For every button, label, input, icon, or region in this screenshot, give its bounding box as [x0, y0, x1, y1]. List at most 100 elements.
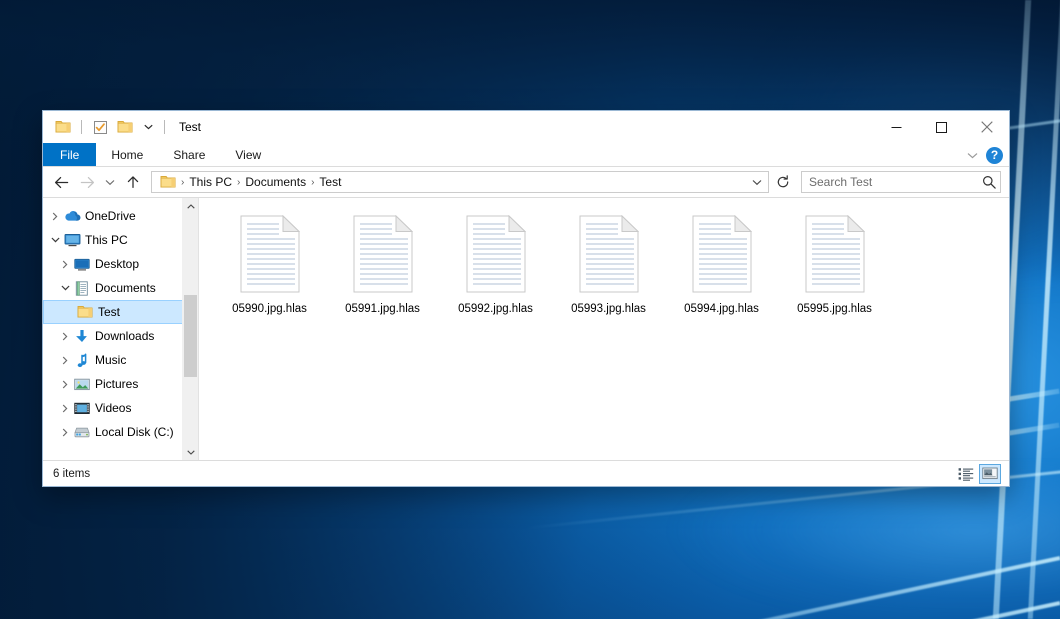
item-count: 6 items [53, 468, 90, 480]
file-list-view[interactable]: 05990.jpg.hlas [198, 198, 1009, 460]
file-name: 05992.jpg.hlas [458, 303, 533, 315]
tab-view[interactable]: View [220, 143, 276, 166]
maximize-button[interactable] [919, 111, 964, 143]
file-name: 05993.jpg.hlas [571, 303, 646, 315]
sidebar-label-onedrive: OneDrive [85, 209, 136, 223]
sidebar-item-onedrive[interactable]: OneDrive [43, 204, 198, 228]
cloud-icon [63, 210, 81, 222]
sidebar-label-this-pc: This PC [85, 233, 128, 247]
close-button[interactable] [964, 111, 1009, 143]
sidebar-item-desktop[interactable]: Desktop [43, 252, 198, 276]
scrollbar-thumb[interactable] [184, 295, 197, 378]
chevron-right-icon[interactable] [57, 356, 73, 365]
sidebar-item-music[interactable]: Music [43, 348, 198, 372]
address-bar: › This PC › Documents › Test [43, 167, 1009, 197]
breadcrumb-root-folder-icon[interactable] [156, 172, 180, 192]
details-view-button[interactable] [955, 464, 977, 484]
scroll-up-arrow-icon[interactable] [183, 198, 198, 214]
search-box[interactable]: Search Test [801, 171, 1001, 193]
minimize-ribbon-chevron-down-icon[interactable] [967, 152, 978, 159]
qat-customize-chevron-down-icon[interactable] [140, 117, 156, 137]
qat-properties-icon[interactable] [90, 117, 110, 137]
forward-button[interactable] [75, 170, 99, 194]
title-bar[interactable]: Test [43, 111, 1009, 143]
file-item[interactable]: 05995.jpg.hlas [778, 208, 891, 315]
monitor-icon [63, 233, 81, 247]
file-item[interactable]: 05992.jpg.hlas [439, 208, 552, 315]
up-button[interactable] [121, 170, 145, 194]
status-bar: 6 items [43, 460, 1009, 486]
documents-icon [73, 281, 91, 296]
sidebar-item-test[interactable]: Test [43, 300, 198, 324]
pictures-icon [73, 378, 91, 391]
window-title: Test [179, 120, 201, 134]
window-body: OneDrive This PC [43, 197, 1009, 460]
chevron-right-icon[interactable] [57, 260, 73, 269]
chevron-down-icon[interactable] [47, 237, 63, 243]
file-item[interactable]: 05994.jpg.hlas [665, 208, 778, 315]
generic-file-icon[interactable] [574, 211, 644, 297]
generic-file-icon[interactable] [461, 211, 531, 297]
file-item[interactable]: 05993.jpg.hlas [552, 208, 665, 315]
file-name: 05994.jpg.hlas [684, 303, 759, 315]
file-name: 05995.jpg.hlas [797, 303, 872, 315]
sidebar-label-documents: Documents [95, 281, 156, 295]
file-item[interactable]: 05990.jpg.hlas [213, 208, 326, 315]
scroll-down-arrow-icon[interactable] [183, 444, 198, 460]
quick-access-toolbar: Test [43, 117, 201, 137]
videos-icon [73, 402, 91, 415]
sidebar-item-documents[interactable]: Documents [43, 276, 198, 300]
tab-file[interactable]: File [43, 143, 96, 166]
large-icons-view-button[interactable] [979, 464, 1001, 484]
chevron-right-icon[interactable] [57, 380, 73, 389]
sidebar-item-pictures[interactable]: Pictures [43, 372, 198, 396]
file-name: 05991.jpg.hlas [345, 303, 420, 315]
generic-file-icon[interactable] [800, 211, 870, 297]
window-controls [874, 111, 1009, 143]
back-button[interactable] [49, 170, 73, 194]
breadcrumb-item-documents[interactable]: Documents [241, 172, 310, 192]
sidebar-label-downloads: Downloads [95, 329, 154, 343]
help-icon[interactable]: ? [986, 147, 1003, 164]
chevron-right-icon[interactable] [57, 404, 73, 413]
file-name: 05990.jpg.hlas [232, 303, 307, 315]
recent-locations-chevron-down-icon[interactable] [101, 170, 119, 194]
sidebar-label-videos: Videos [95, 401, 131, 415]
sidebar-item-videos[interactable]: Videos [43, 396, 198, 420]
generic-file-icon[interactable] [235, 211, 305, 297]
address-dropdown-chevron-down-icon[interactable] [748, 172, 766, 192]
scrollbar-track[interactable] [183, 214, 198, 444]
navigation-pane: OneDrive This PC [43, 198, 198, 460]
generic-file-icon[interactable] [687, 211, 757, 297]
chevron-right-icon[interactable] [47, 212, 63, 221]
sidebar-label-pictures: Pictures [95, 377, 138, 391]
sidebar-item-downloads[interactable]: Downloads [43, 324, 198, 348]
breadcrumb[interactable]: › This PC › Documents › Test [151, 171, 769, 193]
file-item[interactable]: 05991.jpg.hlas [326, 208, 439, 315]
qat-new-folder-icon[interactable] [115, 117, 135, 137]
sidebar-label-local-disk-c: Local Disk (C:) [95, 425, 174, 439]
folder-icon [76, 305, 94, 319]
refresh-icon[interactable] [772, 171, 794, 193]
chevron-down-icon[interactable] [57, 285, 73, 291]
sidebar-item-this-pc[interactable]: This PC [43, 228, 198, 252]
breadcrumb-item-this-pc[interactable]: This PC [185, 172, 236, 192]
breadcrumb-item-test[interactable]: Test [315, 172, 345, 192]
navigation-pane-scrollbar[interactable] [182, 198, 198, 460]
search-input[interactable]: Search Test [809, 175, 982, 189]
tab-home[interactable]: Home [96, 143, 158, 166]
qat-separator-2 [164, 120, 165, 134]
ribbon-tab-strip: File Home Share View ? [43, 143, 1009, 167]
qat-folder-icon[interactable] [53, 117, 73, 137]
search-icon[interactable] [982, 175, 996, 189]
chevron-right-icon[interactable] [57, 332, 73, 341]
minimize-button[interactable] [874, 111, 919, 143]
tab-share[interactable]: Share [158, 143, 220, 166]
sidebar-item-local-disk-c[interactable]: Local Disk (C:) [43, 420, 198, 444]
generic-file-icon[interactable] [348, 211, 418, 297]
file-explorer-window: Test [42, 110, 1010, 487]
music-icon [73, 353, 91, 368]
qat-separator-1 [81, 120, 82, 134]
download-icon [73, 329, 91, 344]
chevron-right-icon[interactable] [57, 428, 73, 437]
